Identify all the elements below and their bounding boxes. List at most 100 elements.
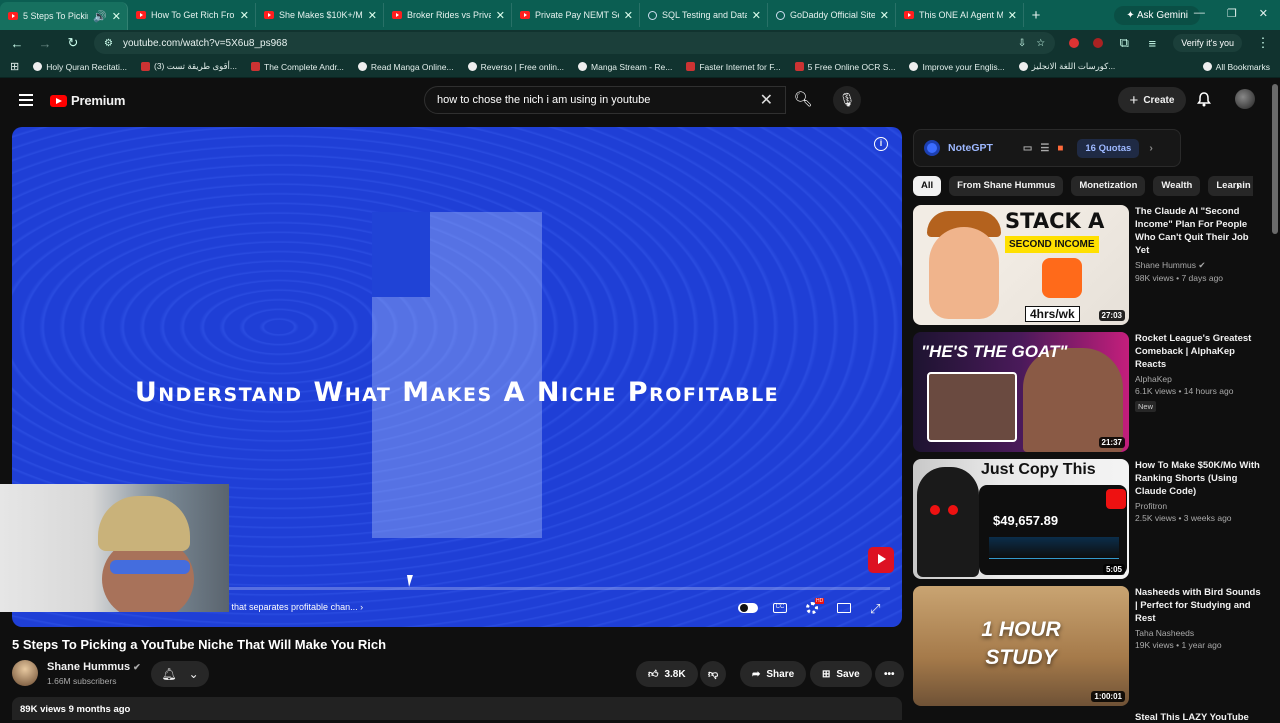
subscribe-watermark-icon[interactable]	[868, 547, 894, 573]
chapter-title[interactable]: e that separates profitable chan... ›	[224, 602, 363, 612]
search-input[interactable]: how to chose the nich i am using in yout…	[424, 86, 786, 114]
theater-mode-icon[interactable]	[837, 603, 851, 613]
notegpt-panel[interactable]: NoteGPT ▭ ☰ ■ 16 Quotas ›	[913, 129, 1181, 167]
bookmark-item[interactable]: Faster Internet for F...	[686, 62, 781, 72]
channel-name[interactable]: Profitron	[1135, 501, 1265, 511]
address-bar[interactable]: ⚙ youtube.com/watch?v=5X6u8_ps968 ⇩ ☆	[94, 32, 1056, 54]
close-tab-icon[interactable]: ✕	[752, 9, 761, 22]
page-scrollbar[interactable]	[1272, 84, 1278, 234]
menu-kebab-icon[interactable]: ⋮	[1256, 35, 1270, 51]
fullscreen-icon[interactable]: ⤢	[870, 601, 880, 617]
close-tab-icon[interactable]: ✕	[112, 10, 121, 23]
extension-icon[interactable]	[1069, 38, 1080, 48]
tab-nemt[interactable]: Private Pay NEMT Sec ✕	[512, 3, 640, 27]
autoplay-toggle[interactable]	[738, 603, 758, 613]
channel-name[interactable]: Shane Hummus ✔	[1135, 260, 1265, 271]
bookmark-item[interactable]: Improve your Englis...	[909, 62, 1005, 72]
more-actions-button[interactable]: •••	[875, 661, 904, 687]
chip-monetization[interactable]: Monetization	[1071, 176, 1146, 196]
video-thumbnail[interactable]: STACK A SECOND INCOME 4hrs/wk 27:03	[913, 205, 1129, 325]
captions-icon[interactable]: CC	[773, 603, 787, 613]
close-window-icon[interactable]: ✕	[1259, 7, 1268, 20]
gift-icon[interactable]: ■	[1057, 143, 1063, 154]
minimize-icon[interactable]: —	[1194, 7, 1205, 20]
bookmark-item[interactable]: (3) أقوى طريقة تست...	[141, 61, 237, 72]
subtitles-icon[interactable]: ▭	[1023, 143, 1032, 154]
info-icon[interactable]: i	[874, 137, 888, 151]
share-button[interactable]: ➦ Share	[740, 661, 807, 687]
video-title[interactable]: How To Make $50K/Mo With Ranking Shorts …	[1135, 459, 1265, 498]
voice-search-button[interactable]: 🎙︎	[833, 86, 861, 114]
close-tab-icon[interactable]: ✕	[368, 9, 377, 22]
video-title[interactable]: Rocket League's Greatest Comeback | Alph…	[1135, 332, 1265, 371]
bookmark-item[interactable]: 5 Free Online OCR S...	[794, 62, 895, 72]
recommendation-item[interactable]: Just Copy This $49,657.89 5:05 How To Ma…	[913, 459, 1268, 583]
video-thumbnail[interactable]: Just Copy This $49,657.89 5:05	[913, 459, 1129, 579]
channel-name[interactable]: Shane Hummus ✔	[47, 661, 141, 673]
hamburger-menu-icon[interactable]	[19, 94, 33, 106]
account-avatar[interactable]	[1235, 89, 1255, 109]
bookmark-item[interactable]: Read Manga Online...	[357, 62, 454, 72]
ask-gemini-button[interactable]: ✦ Ask Gemini	[1114, 5, 1200, 25]
next-recommendation-title[interactable]: Steal This LAZY YouTube	[1135, 712, 1249, 723]
tab-broker[interactable]: Broker Rides vs Private ✕	[384, 3, 512, 27]
chip-wealth[interactable]: Wealth	[1153, 176, 1201, 196]
forward-icon[interactable]: →	[38, 36, 52, 51]
site-info-icon[interactable]: ⚙	[104, 38, 113, 49]
chevron-right-icon[interactable]: ›	[1149, 142, 1153, 154]
dislike-button[interactable]: 👎︎	[700, 661, 727, 687]
all-bookmarks-button[interactable]: All Bookmarks	[1202, 62, 1270, 72]
quota-badge[interactable]: 16 Quotas	[1077, 138, 1140, 158]
search-button[interactable]: 🔍︎	[786, 86, 820, 114]
video-title[interactable]: Nasheeds with Bird Sounds | Perfect for …	[1135, 586, 1265, 625]
chips-next-chevron-icon[interactable]: ›	[1236, 178, 1240, 193]
tab-10k[interactable]: She Makes $10K+/Mo ✕	[256, 3, 384, 27]
youtube-premium-logo[interactable]: Premium	[50, 93, 125, 108]
extension-icon[interactable]	[1093, 38, 1104, 48]
close-tab-icon[interactable]: ✕	[1008, 9, 1017, 22]
clear-search-icon[interactable]: ✕	[760, 90, 773, 110]
bookmark-item[interactable]: Reverso | Free onlin...	[467, 62, 564, 72]
channel-name[interactable]: AlphaKep	[1135, 374, 1265, 384]
chip-learning[interactable]: Learnin	[1208, 176, 1253, 196]
tab-ai-agent[interactable]: This ONE AI Agent Ma ✕	[896, 3, 1024, 27]
chip-all[interactable]: All	[913, 176, 942, 196]
video-thumbnail[interactable]: "HE'S THE GOAT" 21:37	[913, 332, 1129, 452]
tab-5-steps[interactable]: 5 Steps To Picking 🔊 ✕	[0, 2, 128, 30]
recommendation-item[interactable]: 1 HOUR STUDY 1:00:01 Nasheeds with Bird S…	[913, 586, 1268, 710]
extensions-puzzle-icon[interactable]: ⧉	[1117, 35, 1131, 51]
bookmark-item[interactable]: The Complete Andr...	[251, 62, 344, 72]
bookmark-star-icon[interactable]: ☆	[1036, 38, 1045, 49]
restore-icon[interactable]: ❐	[1227, 7, 1237, 20]
bookmark-item[interactable]: Manga Stream - Re...	[578, 62, 672, 72]
verify-profile-button[interactable]: Verify it's you	[1173, 34, 1242, 52]
save-button[interactable]: ⊞ Save	[810, 661, 872, 687]
channel-avatar[interactable]	[12, 660, 38, 686]
video-title[interactable]: The Claude AI "Second Income" Plan For P…	[1135, 205, 1265, 257]
video-thumbnail[interactable]: 1 HOUR STUDY 1:00:01	[913, 586, 1129, 706]
close-tab-icon[interactable]: ✕	[624, 9, 633, 22]
tab-get-rich[interactable]: How To Get Rich From ✕	[128, 3, 256, 27]
notifications-bell-icon[interactable]	[1197, 92, 1211, 107]
bookmark-item[interactable]: Holy Quran Recitati...	[33, 62, 127, 72]
media-icon[interactable]: ≡	[1145, 36, 1159, 51]
speaker-icon[interactable]: 🔊	[93, 10, 107, 23]
reload-icon[interactable]: ↻	[66, 35, 80, 51]
apps-grid-icon[interactable]: ⊞	[10, 60, 19, 73]
create-button[interactable]: + Create	[1118, 87, 1186, 113]
new-tab-button[interactable]: +	[1024, 7, 1048, 24]
description-box[interactable]	[12, 697, 902, 720]
tab-sql[interactable]: SQL Testing and Data ✕	[640, 3, 768, 27]
subscribed-notifications-button[interactable]: 🔔︎ ⌄	[151, 661, 209, 687]
like-button[interactable]: 👍︎ 3.8K	[636, 661, 698, 687]
close-tab-icon[interactable]: ✕	[240, 9, 249, 22]
recommendation-item[interactable]: STACK A SECOND INCOME 4hrs/wk 27:03 The …	[913, 205, 1268, 329]
close-tab-icon[interactable]: ✕	[880, 9, 889, 22]
back-icon[interactable]: ←	[10, 36, 24, 51]
close-tab-icon[interactable]: ✕	[496, 9, 505, 22]
install-icon[interactable]: ⇩	[1018, 38, 1026, 49]
tab-godaddy[interactable]: GoDaddy Official Site ✕	[768, 3, 896, 27]
chip-from-shane-hummus[interactable]: From Shane Hummus	[949, 176, 1064, 196]
recommendation-item[interactable]: "HE'S THE GOAT" 21:37 Rocket League's Gr…	[913, 332, 1268, 456]
bookmark-item[interactable]: كورسات اللغة الانجليز...	[1018, 61, 1115, 72]
